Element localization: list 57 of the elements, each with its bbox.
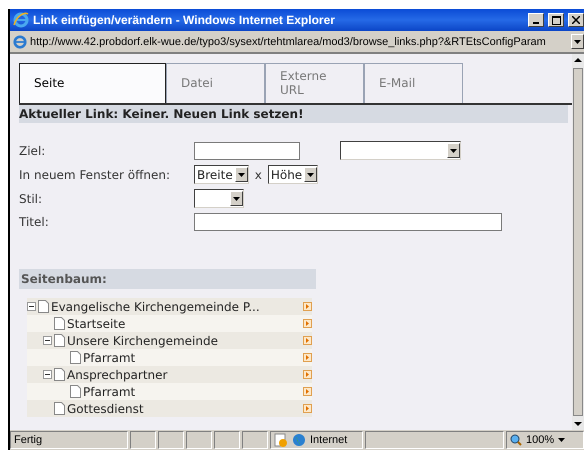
field-label: Stil: xyxy=(19,192,44,206)
collapse-icon[interactable] xyxy=(43,336,52,345)
page-icon xyxy=(13,34,27,48)
style-select[interactable] xyxy=(194,189,244,208)
width-select[interactable]: Breite xyxy=(194,165,249,184)
context-menu-icon[interactable] xyxy=(303,370,312,379)
tab[interactable]: Seite xyxy=(19,63,166,103)
zone-text: Internet xyxy=(310,434,348,446)
context-menu-icon[interactable] xyxy=(303,336,312,345)
status-pane xyxy=(158,431,184,449)
page-icon xyxy=(54,317,65,330)
current-link-heading: Aktueller Link: Keiner. Neuen Link setzen! xyxy=(19,105,568,123)
address-text: http://www.42.probdorf.elk-wue.de/typo3/sysext/rtehtmlarea/mod3/browse_links.php?&RTEtsConfigParam xyxy=(30,36,547,48)
window-title: Link einfügen/verändern - Windows Internet Explorer xyxy=(33,13,336,27)
maximize-icon xyxy=(552,16,560,24)
scrollbar[interactable] xyxy=(572,54,584,430)
field-label: Ziel: xyxy=(19,144,46,158)
minimize-button[interactable] xyxy=(528,13,544,27)
context-menu-icon[interactable] xyxy=(303,404,312,413)
status-text: Fertig xyxy=(10,431,128,449)
tab[interactable]: E-Mail xyxy=(364,63,463,103)
status-pane xyxy=(214,431,240,449)
status-pane xyxy=(186,431,212,449)
page-icon xyxy=(70,385,81,398)
tab[interactable]: Externe URL xyxy=(265,63,364,103)
page-icon xyxy=(54,368,65,381)
context-menu-icon[interactable] xyxy=(303,353,312,362)
target-input[interactable] xyxy=(194,142,300,160)
tab[interactable]: Datei xyxy=(166,63,265,103)
status-pane xyxy=(130,431,156,449)
target-select[interactable] xyxy=(340,141,461,160)
zoom-button[interactable]: 100% xyxy=(506,431,584,449)
page-icon xyxy=(70,351,81,364)
globe-icon xyxy=(292,433,306,447)
page-icon xyxy=(54,402,65,415)
page-tree-heading: Seitenbaum: xyxy=(19,269,316,289)
page-icon xyxy=(54,334,65,347)
close-icon xyxy=(572,16,580,24)
maximize-button[interactable] xyxy=(548,13,564,27)
context-menu-icon[interactable] xyxy=(303,302,312,311)
browser-logo-icon xyxy=(13,12,29,28)
scrollbar-thumb[interactable] xyxy=(573,68,583,416)
context-menu-icon[interactable] xyxy=(303,387,312,396)
context-menu-icon[interactable] xyxy=(303,319,312,328)
status-pane xyxy=(242,431,268,449)
close-button[interactable] xyxy=(568,13,584,27)
times-sign: x xyxy=(254,168,262,182)
page-icon xyxy=(38,300,49,313)
field-label: In neuem Fenster öffnen: xyxy=(19,168,172,182)
field-label: Titel: xyxy=(19,215,50,229)
caret-icon xyxy=(558,438,566,442)
collapse-icon[interactable] xyxy=(27,302,36,311)
zoom-icon xyxy=(510,434,522,446)
height-select[interactable]: Höhe xyxy=(268,165,318,184)
warning-icon[interactable] xyxy=(274,433,288,447)
collapse-icon[interactable] xyxy=(43,370,52,379)
title-input[interactable] xyxy=(194,213,502,231)
